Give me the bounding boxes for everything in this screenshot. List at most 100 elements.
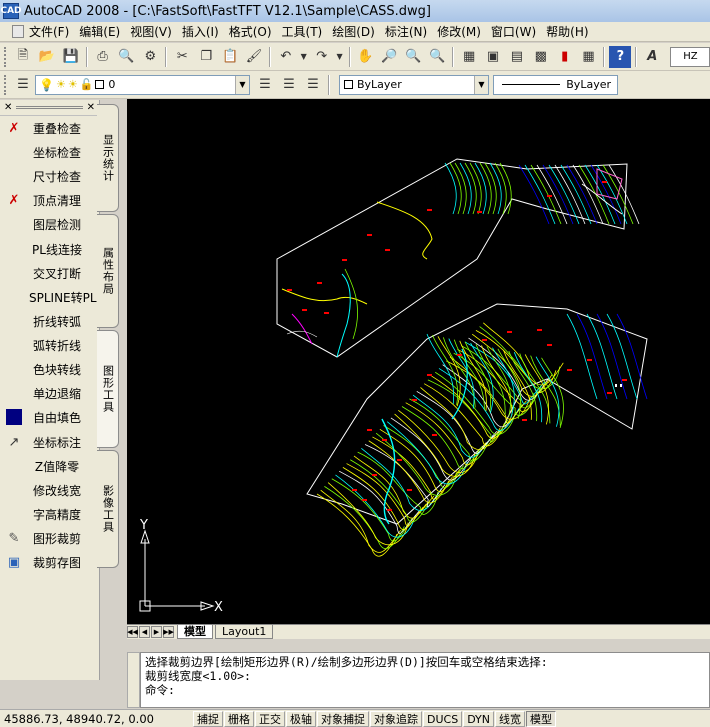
polar-toggle[interactable]: 极轴	[286, 710, 316, 727]
sheet-set-icon[interactable]: ▩	[530, 46, 552, 68]
layer-previous-icon[interactable]: ☰	[278, 74, 300, 96]
first-tab-icon[interactable]: ◀◀	[127, 626, 138, 638]
tool-item[interactable]: SPLINE转PL	[0, 285, 99, 309]
menu-view[interactable]: 视图(V)	[125, 22, 177, 42]
drawing-canvas[interactable]: Y X	[127, 99, 710, 624]
tool-item[interactable]: 字高精度	[0, 502, 99, 526]
menu-insert[interactable]: 插入(I)	[177, 22, 224, 42]
tool-item[interactable]: ✎ 图形裁剪	[0, 526, 99, 550]
layer-on-icon: 💡	[39, 77, 54, 92]
menu-modify[interactable]: 修改(M)	[432, 22, 486, 42]
cut-icon[interactable]: ✂	[171, 46, 193, 68]
publish-icon[interactable]: ⚙	[139, 46, 161, 68]
tab-display-stats[interactable]: 显示统计	[97, 104, 119, 212]
help-icon[interactable]: ?	[609, 45, 632, 68]
osnap-toggle[interactable]: 对象捕捉	[317, 710, 369, 727]
chevron-down-icon[interactable]: ▼	[474, 75, 488, 94]
text-style-icon[interactable]: A	[641, 46, 663, 68]
autocad-app-icon[interactable]: CAD	[0, 3, 22, 19]
panel-grip[interactable]	[16, 106, 83, 109]
command-prompt[interactable]: 命令:	[145, 683, 705, 697]
tab-attribute-layout[interactable]: 属性布局	[97, 214, 119, 328]
menu-help[interactable]: 帮助(H)	[541, 22, 593, 42]
zoom-realtime-icon[interactable]: 🔎	[378, 46, 400, 68]
tool-item[interactable]: ↗ 坐标标注	[0, 430, 99, 454]
tab-graphic-tools[interactable]: 图形工具	[97, 330, 119, 448]
menu-file[interactable]: 文件(F)	[8, 22, 74, 42]
tool-palettes-icon[interactable]: ▤	[506, 46, 528, 68]
toolbar-grip[interactable]	[4, 46, 8, 67]
menu-edit[interactable]: 编辑(E)	[74, 22, 125, 42]
menu-window[interactable]: 窗口(W)	[486, 22, 541, 42]
menu-dimension[interactable]: 标注(N)	[380, 22, 432, 42]
tool-item[interactable]: 弧转折线	[0, 333, 99, 357]
tool-item[interactable]: 自由填色	[0, 405, 99, 429]
tool-item[interactable]: 折线转弧	[0, 309, 99, 333]
command-grip[interactable]	[127, 652, 140, 708]
tool-item[interactable]: PL线连接	[0, 237, 99, 261]
menu-draw[interactable]: 绘图(D)	[327, 22, 380, 42]
copy-icon[interactable]: ❐	[195, 46, 217, 68]
open-folder-icon[interactable]: 📂	[36, 46, 58, 68]
layer-states-icon[interactable]: ☰	[302, 74, 324, 96]
layer-combo[interactable]: 💡 ☀ ☀ 🔓 0 ▼	[35, 74, 250, 95]
match-properties-icon[interactable]: 🖌	[243, 46, 265, 68]
linetype-combo[interactable]: ByLayer	[493, 74, 618, 95]
tool-item[interactable]: Z值降零	[0, 454, 99, 478]
next-tab-icon[interactable]: ▶	[151, 626, 162, 638]
tool-item[interactable]: ✗ 重叠检查	[0, 116, 99, 140]
new-file-icon[interactable]: 🗎	[12, 46, 34, 68]
make-layer-current-icon[interactable]: ☰	[254, 74, 276, 96]
zoom-previous-icon[interactable]: 🔍	[426, 46, 448, 68]
calculator-icon[interactable]: ▦	[578, 46, 600, 68]
tool-item[interactable]: 坐标检查	[0, 140, 99, 164]
toolbar-grip[interactable]	[4, 74, 8, 95]
paste-icon[interactable]: 📋	[219, 46, 241, 68]
tool-item[interactable]: 色块转线	[0, 357, 99, 381]
tab-model[interactable]: 模型	[177, 625, 213, 639]
grid-toggle[interactable]: 栅格	[224, 710, 254, 727]
design-center-icon[interactable]: ▣	[482, 46, 504, 68]
chevron-down-icon[interactable]: ▼	[235, 75, 249, 94]
command-window[interactable]: 选择裁剪边界[绘制矩形边界(R)/绘制多边形边界(D)]按回车或空格结束选择: …	[140, 652, 710, 708]
tool-item[interactable]: ▣ 裁剪存图	[0, 550, 99, 574]
redo-dropdown-icon[interactable]: ▼	[335, 46, 345, 68]
lineweight-toggle[interactable]: 线宽	[495, 710, 526, 727]
close-icon[interactable]: ✕	[87, 102, 95, 113]
save-icon[interactable]: 💾	[60, 46, 82, 68]
ducs-toggle[interactable]: DUCS	[423, 710, 463, 727]
markup-icon[interactable]: ▮	[554, 46, 576, 68]
tool-item-label: 单边退缩	[32, 386, 81, 401]
tool-item[interactable]: 单边退缩	[0, 381, 99, 405]
pan-icon[interactable]: ✋	[355, 46, 377, 68]
tool-item[interactable]: 交叉打断	[0, 261, 99, 285]
otrack-toggle[interactable]: 对象追踪	[370, 710, 422, 727]
menu-format[interactable]: 格式(O)	[224, 22, 277, 42]
dyn-toggle[interactable]: DYN	[463, 710, 495, 727]
tool-item[interactable]: 尺寸检查	[0, 164, 99, 188]
elevation-marker	[382, 439, 387, 441]
close-icon[interactable]: ✕	[4, 102, 12, 113]
snap-toggle[interactable]: 捕捉	[193, 710, 223, 727]
menu-tools[interactable]: 工具(T)	[277, 22, 328, 42]
tool-item[interactable]: 图层检测	[0, 212, 99, 236]
tool-item[interactable]: ✗ 顶点清理	[0, 188, 99, 212]
tool-item[interactable]: 修改线宽	[0, 478, 99, 502]
model-toggle[interactable]: 模型	[526, 710, 557, 727]
undo-icon[interactable]: ↶	[275, 46, 297, 68]
print-preview-icon[interactable]: 🔍	[116, 46, 138, 68]
text-style-combo[interactable]: HZ	[670, 46, 710, 67]
undo-dropdown-icon[interactable]: ▼	[299, 46, 309, 68]
tab-image-tools[interactable]: 影像工具	[97, 450, 119, 568]
last-tab-icon[interactable]: ▶▶	[163, 626, 174, 638]
redo-icon[interactable]: ↷	[311, 46, 333, 68]
zoom-window-icon[interactable]: 🔍	[402, 46, 424, 68]
print-icon[interactable]: ⎙	[92, 46, 114, 68]
prev-tab-icon[interactable]: ◀	[139, 626, 150, 638]
coordinate-readout[interactable]: 45886.73, 48940.72, 0.00	[0, 712, 193, 726]
layer-manager-icon[interactable]: ☰	[12, 74, 34, 96]
tab-layout1[interactable]: Layout1	[215, 625, 274, 639]
ortho-toggle[interactable]: 正交	[255, 710, 285, 727]
properties-icon[interactable]: ▦	[458, 46, 480, 68]
color-combo[interactable]: ByLayer ▼	[339, 74, 489, 95]
